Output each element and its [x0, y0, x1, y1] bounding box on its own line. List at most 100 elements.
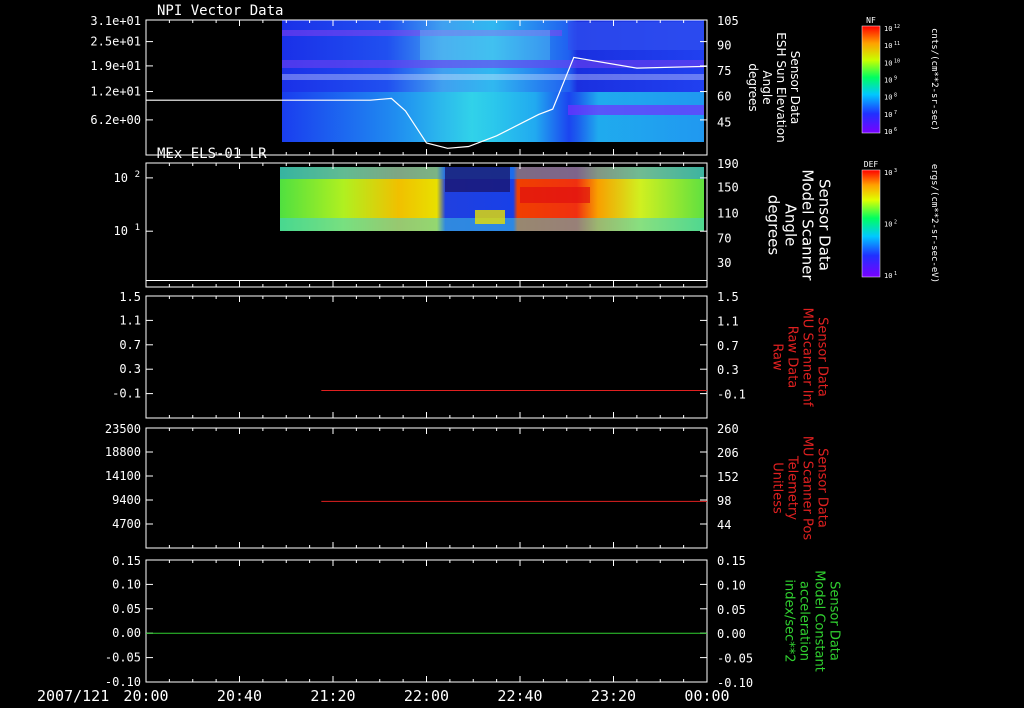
- colorbar-title: NF: [866, 16, 876, 25]
- x-tick-label: 22:40: [497, 687, 542, 705]
- colorbar-gradient: [861, 25, 881, 134]
- y2-tick-label: 0.7: [717, 339, 739, 353]
- y-axis-title-line: Raw Data: [54, 328, 68, 386]
- y2-axis-title: Sensor DataMU Scanner InfRaw DataRaw: [770, 308, 830, 407]
- colorbar-tick-label-exp: 8: [894, 93, 897, 99]
- els-spectrogram: [280, 167, 704, 231]
- y2-tick-label: 90: [717, 38, 731, 52]
- y2-axis-title: Sensor DataModel ScannerAngledegrees: [765, 169, 834, 281]
- y2-tick-label: 105: [717, 14, 739, 28]
- y-axis-title-line: Sector: [16, 61, 35, 113]
- y2-axis-title-line: Angle: [760, 70, 774, 104]
- y-tick-label: 9400: [112, 493, 141, 507]
- colorbar-tick-label-exp: 6: [894, 127, 897, 133]
- y-tick-label: 0.10: [112, 577, 141, 591]
- panel-frame: [145, 559, 708, 683]
- x-tick-label: 20:40: [217, 687, 262, 705]
- y2-axis-title-line: acceleration: [797, 581, 812, 661]
- y2-axis-title-line: index/sec**2: [782, 579, 797, 662]
- y2-axis-title: Sensor DataMU Scanner PosTelemetryUnitle…: [770, 436, 830, 541]
- y2-tick-label: 45: [717, 115, 731, 129]
- y2-tick-label: 44: [717, 518, 731, 532]
- panel-3: [145, 295, 708, 419]
- y2-tick-label: -0.1: [717, 388, 746, 402]
- y2-tick-label: 1.1: [717, 314, 739, 328]
- y2-axis-title-line: Sensor Data: [816, 179, 834, 271]
- y-tick-label: 10: [114, 171, 128, 185]
- y2-axis-title-line: Sensor Data: [788, 51, 802, 125]
- y2-tick-label: 1.5: [717, 290, 739, 304]
- y2-tick-label: 206: [717, 446, 739, 460]
- y-tick-label: 1.2e+01: [90, 85, 141, 99]
- y-tick-label-exp: 1: [135, 223, 140, 233]
- y2-tick-label: 0.15: [717, 554, 746, 568]
- y-tick-label: 10: [114, 224, 128, 238]
- colorbar-units: cnts/(cm**2-sr-sec): [929, 28, 939, 131]
- colorbar-gradient: [861, 169, 881, 278]
- colorbar-tick-label-exp: 7: [894, 110, 897, 116]
- y-tick-label: 4700: [112, 517, 141, 531]
- y2-axis-title-line: degrees: [765, 195, 783, 256]
- y2-axis-title-line: ESH Sun Elevation: [774, 32, 788, 142]
- y-tick-label: 1.9e+01: [90, 59, 141, 73]
- y-axis-title: Sensor Data Model Scanner Pos Raw unitless: [28, 436, 77, 540]
- y-tick-label: -0.1: [112, 387, 141, 401]
- colorbar-tick-label: 10: [884, 221, 892, 229]
- y2-tick-label: 0.00: [717, 627, 746, 641]
- y2-tick-label: 60: [717, 90, 731, 104]
- x-tick-label: 21:20: [310, 687, 355, 705]
- y2-tick-label: 98: [717, 494, 731, 508]
- panel-frame: [145, 295, 708, 419]
- y2-axis-title-line: Sensor Data: [827, 581, 842, 661]
- y2-axis-title-line: MU Scanner Inf: [800, 308, 815, 407]
- y-tick-label: -0.05: [105, 651, 141, 665]
- y2-axis-title: Sensor DataModel Constantaccelerationind…: [782, 570, 842, 672]
- y2-axis-title: Sensor DataESH Sun ElevationAngledegrees: [746, 32, 802, 142]
- y-tick-label: 0.7: [119, 338, 141, 352]
- y-tick-label: 1.1: [119, 313, 141, 327]
- y2-tick-label: 75: [717, 64, 731, 78]
- colorbar-tick-label-exp: 9: [894, 76, 897, 82]
- colorbar-title: DEF: [864, 160, 879, 169]
- y-tick-label: 0.05: [112, 602, 141, 616]
- colorbar-tick-label: 10: [884, 272, 892, 280]
- y-tick-label: 14100: [105, 469, 141, 483]
- y2-tick-label: 30: [717, 256, 731, 270]
- colorbar-tick-label-exp: 2: [894, 220, 897, 226]
- colorbar-tick-label-exp: 3: [894, 168, 897, 174]
- x-tick-label: 22:00: [404, 687, 449, 705]
- y2-axis-title-line: Sensor Data: [815, 317, 830, 397]
- y-axis-title-line: Electron Energy: [55, 173, 70, 276]
- y2-axis-title-line: Telemetry: [785, 455, 800, 520]
- y-tick-label: 0.3: [119, 362, 141, 376]
- colorbar-tick-label: 10: [884, 42, 892, 50]
- colorbar-tick-label: 10: [884, 128, 892, 136]
- colorbar-tick-label-exp: 1: [894, 271, 897, 277]
- y2-axis-title-line: degrees: [746, 63, 760, 111]
- y-axis-title-line: eV: [69, 216, 84, 233]
- colorbar-tick-label-exp: 11: [894, 41, 900, 47]
- panel-5: [145, 559, 708, 683]
- colorbar-tick-label-exp: 12: [894, 24, 900, 30]
- colorbar-def: DEF10 310 210 1 ergs/(cm**2-sr-sec-eV): [861, 160, 939, 283]
- y2-tick-label: 190: [717, 157, 739, 171]
- colorbar-tick-label-exp: 10: [894, 58, 900, 64]
- y-tick-label: 2.5e+01: [90, 35, 141, 49]
- y2-axis-title-line: Angle: [782, 204, 800, 247]
- colorbar-tick-label: 10: [884, 111, 892, 119]
- y-tick-label: 18800: [105, 445, 141, 459]
- panel-4: [145, 427, 708, 549]
- y-axis-title-line: unitless: [64, 466, 77, 509]
- y2-axis-title-line: Model Scanner: [799, 169, 817, 281]
- npi-spectrogram: [282, 20, 704, 142]
- y-tick-label: 0.00: [112, 626, 141, 640]
- y2-tick-label: 0.10: [717, 578, 746, 592]
- y-tick-label: 0.15: [112, 554, 141, 568]
- y-axis-title-line: Raw: [67, 344, 81, 369]
- y-axis-title: Electron Energy eV: [55, 173, 84, 276]
- multi-panel-plot: 3.1e+012.5e+011.9e+011.2e+016.2e+0010590…: [16, 3, 939, 705]
- y2-tick-label: 0.05: [717, 603, 746, 617]
- y-axis-title-line: MU Scanner +30V: [41, 302, 55, 412]
- y-axis-title: Sensor Data Model Constant velocity index/s…: [24, 566, 85, 676]
- panel-frame: [145, 427, 708, 549]
